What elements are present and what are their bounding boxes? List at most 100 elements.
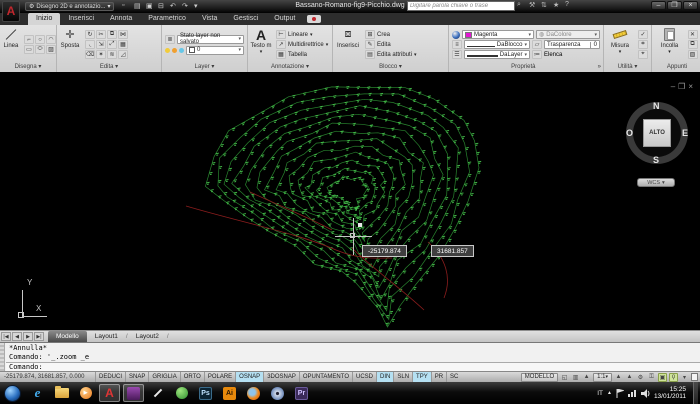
scale-icon[interactable]: ⤢ [107, 40, 117, 49]
hatch-icon[interactable]: ▨ [46, 45, 56, 54]
toggle-polare[interactable]: POLARE [203, 372, 235, 382]
tab-parametrico[interactable]: Parametrico [140, 13, 194, 25]
ellipse-icon[interactable]: ⬭ [35, 45, 45, 54]
viewcube-top-face[interactable]: ALTO [643, 119, 671, 147]
match-properties-icon[interactable]: ▧ [687, 50, 698, 59]
photoshop-icon[interactable]: Ps [195, 384, 216, 402]
rectangle-icon[interactable]: ▭ [24, 45, 34, 54]
toggle-osnap[interactable]: OSNAP [235, 372, 264, 382]
viewcube-west[interactable]: O [626, 128, 633, 138]
copy-icon[interactable]: ⧉ [107, 30, 117, 39]
clean-screen-button[interactable] [691, 373, 698, 381]
chamfer-icon[interactable]: ◿ [118, 50, 128, 59]
dialog-launcher-icon[interactable]: » [598, 63, 601, 72]
mirror-icon[interactable]: ⋈ [118, 30, 128, 39]
wcs-dropdown[interactable]: WCS ▾ [637, 178, 675, 187]
point-id-icon[interactable]: ⌖ [638, 50, 648, 59]
copy-clip-icon[interactable]: ⧉ [687, 40, 698, 49]
rotate-icon[interactable]: ↻ [85, 30, 95, 39]
wrench-icon[interactable]: ⚒ [529, 1, 539, 11]
network-icon[interactable] [627, 389, 637, 398]
move-button[interactable]: ✛ Sposta [57, 27, 83, 63]
layer-state-dropdown[interactable]: Stato layer non salvato ▾ [177, 33, 244, 45]
toggle-3dosnap[interactable]: 3DOSNAP [263, 372, 299, 382]
show-hidden-icons[interactable]: ▲ [607, 390, 612, 396]
premiere-icon[interactable]: Pr [291, 384, 312, 402]
object-color-dropdown[interactable]: Magenta ▾ [462, 30, 534, 39]
action-recorder-icon[interactable] [307, 15, 322, 23]
search-icon[interactable]: ⌕ [517, 1, 527, 11]
exchange-icon[interactable]: ⇅ [541, 1, 551, 11]
circle-icon[interactable]: ○ [35, 35, 45, 44]
illustrator-icon[interactable]: Ai [219, 384, 240, 402]
arc-icon[interactable]: ◠ [46, 35, 56, 44]
tab-inserisci[interactable]: Inserisci [60, 13, 102, 25]
offset-icon[interactable]: ≋ [107, 50, 117, 59]
tab-inizio[interactable]: Inizio [28, 13, 61, 25]
linetype-dropdown[interactable]: DaBlocco ▾ [464, 40, 530, 49]
cut-icon[interactable]: ✕ [687, 30, 698, 39]
workspace-gear-icon[interactable]: ⚙ [636, 373, 645, 382]
plot-style-dropdown[interactable]: ◍ DaColore ▾ [536, 30, 600, 39]
doc-close-icon[interactable]: × [688, 82, 696, 91]
speaker-icon[interactable] [640, 388, 650, 398]
edit-attributes-button[interactable]: ▤ Edita attributi ▾ [365, 50, 417, 59]
toggle-ucsd[interactable]: UCSD [352, 372, 376, 382]
create-block-button[interactable]: ⊞ Crea [365, 30, 417, 39]
panel-label-blocco[interactable]: Blocco ▾ [333, 63, 448, 72]
transparency-icon[interactable]: ▱ [532, 40, 542, 49]
panel-label-layer[interactable]: Layer ▾ [162, 63, 247, 72]
next-tab-icon[interactable]: ▶ [23, 332, 33, 341]
quick-calc-icon[interactable]: ⌗ [638, 40, 648, 49]
prev-tab-icon[interactable]: ◀ [12, 332, 22, 341]
contour-map-drawing[interactable] [0, 72, 700, 330]
windows-explorer-icon[interactable] [51, 384, 72, 402]
lightbulb-icon[interactable]: ϙ [669, 372, 678, 382]
internet-explorer-icon[interactable]: e [27, 384, 48, 402]
start-button[interactable] [4, 384, 21, 402]
drawing-area[interactable]: –❐× ALTO N S E O WCS ▾ Y X -25179.874 316… [0, 72, 700, 330]
array-icon[interactable]: ▦ [118, 40, 128, 49]
panel-label-proprieta[interactable]: Proprietà » [449, 63, 603, 72]
tab-modello[interactable]: Modello [48, 331, 87, 342]
transparency-field[interactable]: Trasparenza 0 [544, 40, 600, 49]
annotation-visibility-icon[interactable]: ▲ [614, 373, 623, 382]
restore-button[interactable]: ❐ [667, 1, 682, 10]
pen-tablet-icon[interactable] [147, 384, 168, 402]
viewcube[interactable]: ALTO N S E O [626, 101, 688, 165]
performance-icon[interactable]: ▣ [658, 372, 667, 382]
layer-current-dropdown[interactable]: 0 ▾ [186, 45, 244, 55]
trim-icon[interactable]: ✂ [96, 30, 106, 39]
viewcube-east[interactable]: E [682, 128, 688, 138]
annotation-scale-icon[interactable]: ▲ [582, 373, 591, 382]
toggle-din[interactable]: DIN [376, 372, 394, 382]
model-space-button[interactable]: MODELLO [520, 372, 559, 382]
disc-burner-icon[interactable] [267, 384, 288, 402]
lineweight-dropdown[interactable]: DaLayer ▾ [464, 50, 530, 59]
toggle-snap[interactable]: SNAP [125, 372, 148, 382]
doc-restore-icon[interactable]: ❐ [678, 82, 688, 91]
panel-label-appunti[interactable]: Appunti [652, 63, 700, 72]
fillet-icon[interactable]: ◟ [85, 40, 95, 49]
lineweight-icon[interactable]: ☰ [452, 50, 462, 59]
annotation-scale-value[interactable]: 1:1 ▾ [593, 372, 612, 382]
show-desktop-button[interactable] [693, 382, 698, 404]
toggle-pr[interactable]: PR [430, 372, 446, 382]
insert-block-button[interactable]: ⧈ Inserisci [333, 27, 363, 63]
stretch-icon[interactable]: ⇲ [96, 40, 106, 49]
quick-view-drawings-icon[interactable]: ◱ [560, 373, 569, 382]
list-button[interactable]: Elenca [544, 52, 562, 58]
layer-thaw-sun-icon[interactable] [172, 47, 177, 53]
erase-icon[interactable]: ⌫ [85, 50, 95, 59]
measure-button[interactable]: Misura ▾ [607, 27, 633, 63]
toggle-deduci[interactable]: DEDUCI [95, 372, 125, 382]
firefox-icon[interactable] [243, 384, 264, 402]
layer-lock-icon[interactable] [179, 47, 184, 53]
minimize-button[interactable]: – [651, 1, 666, 10]
language-indicator[interactable]: IT [597, 390, 603, 397]
command-window[interactable]: *Annulla* Comando: '_.zoom _e Comando: [0, 342, 700, 372]
green-app-icon[interactable] [171, 384, 192, 402]
viewcube-south[interactable]: S [653, 155, 659, 165]
search-input[interactable] [407, 1, 515, 11]
panel-label-edita[interactable]: Edita ▾ [57, 63, 161, 72]
